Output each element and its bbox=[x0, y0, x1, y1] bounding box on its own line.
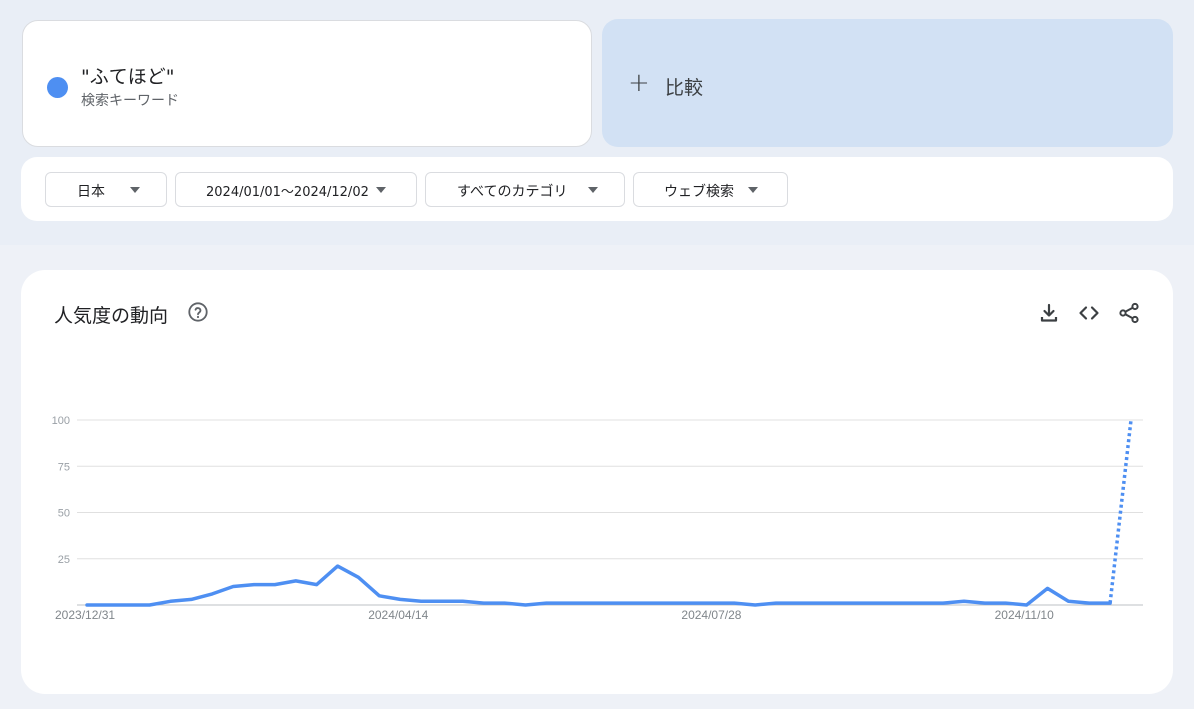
search-type-dropdown[interactable]: ウェブ検索 bbox=[633, 172, 788, 207]
chevron-down-icon bbox=[748, 187, 758, 193]
chevron-down-icon bbox=[588, 187, 598, 193]
compare-button[interactable]: + 比較 bbox=[602, 19, 1173, 147]
search-term-name[interactable]: "ふてほど" bbox=[81, 62, 174, 89]
trend-chart: 25 50 75 100 2023/12/31 2024/04/14 2024/07/28 2… bbox=[52, 415, 1143, 622]
interest-over-time-panel: 人気度の動向 25 50 75 100 2023/12/31 2024/04/14 2024… bbox=[21, 270, 1173, 694]
filter-bar: 日本 2024/01/01～2024/12/02 すべてのカテゴリ ウェブ検索 bbox=[21, 157, 1173, 221]
date-range-label: 2024/01/01～2024/12/02 bbox=[206, 185, 369, 200]
y-tick-label: 100 bbox=[52, 415, 70, 427]
plus-icon: + bbox=[628, 68, 650, 98]
region-label: 日本 bbox=[77, 184, 105, 200]
term-color-dot bbox=[47, 77, 68, 98]
y-tick-label: 50 bbox=[58, 508, 70, 520]
y-tick-label: 75 bbox=[58, 461, 70, 473]
search-type-label: ウェブ検索 bbox=[664, 184, 734, 200]
date-range-dropdown[interactable]: 2024/01/01～2024/12/02 bbox=[175, 172, 417, 207]
search-term-type: 検索キーワード bbox=[81, 93, 179, 109]
chevron-down-icon bbox=[376, 187, 386, 193]
category-label: すべてのカテゴリ bbox=[457, 184, 568, 200]
x-tick-label: 2023/12/31 bbox=[55, 608, 115, 622]
region-dropdown[interactable]: 日本 bbox=[45, 172, 167, 207]
compare-label: 比較 bbox=[665, 77, 704, 99]
x-tick-label: 2024/04/14 bbox=[368, 608, 428, 622]
category-dropdown[interactable]: すべてのカテゴリ bbox=[425, 172, 625, 207]
y-tick-label: 25 bbox=[58, 554, 70, 566]
x-tick-label: 2024/07/28 bbox=[681, 608, 741, 622]
chevron-down-icon bbox=[130, 187, 140, 193]
series-partial-line bbox=[1108, 419, 1133, 604]
x-tick-label: 2024/11/10 bbox=[995, 608, 1054, 622]
search-term-card[interactable]: "ふてほど" 検索キーワード bbox=[22, 20, 592, 147]
series-line bbox=[85, 564, 1112, 607]
